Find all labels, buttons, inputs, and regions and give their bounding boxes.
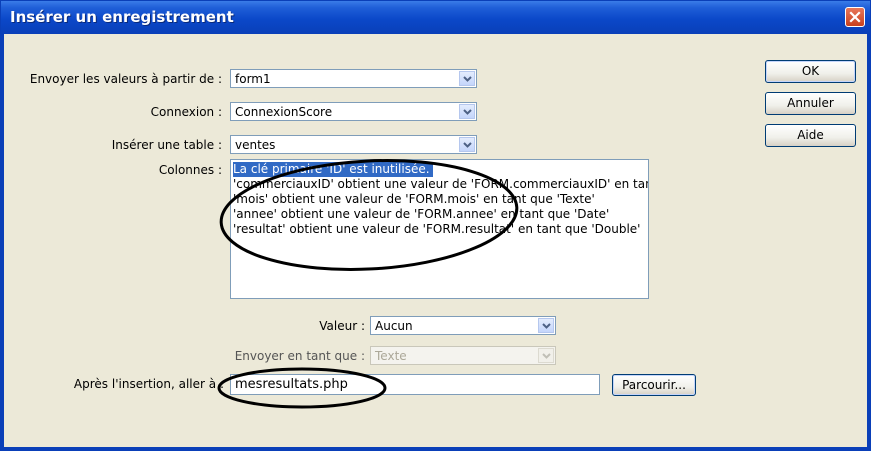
parcourir-button[interactable]: Parcourir...: [612, 374, 696, 396]
table-label: Insérer une table :: [111, 138, 222, 152]
table-select-value: ventes: [235, 138, 276, 152]
list-item[interactable]: 'mois' obtient une valeur de 'FORM.mois'…: [233, 192, 595, 207]
chevron-down-icon: [463, 142, 472, 148]
list-item[interactable]: 'annee' obtient une valeur de 'FORM.anne…: [233, 207, 609, 222]
table-select-dropdown-button[interactable]: [459, 137, 475, 152]
valeur-select[interactable]: Aucun: [370, 316, 556, 335]
list-item[interactable]: La clé primaire 'ID' est inutilisée.: [233, 162, 433, 177]
dialog-window: Insérer un enregistrement Envoyer les va…: [0, 0, 871, 451]
connexion-label: Connexion :: [150, 105, 222, 119]
title-bar[interactable]: Insérer un enregistrement: [1, 1, 870, 34]
apres-label: Après l'insertion, aller à :: [73, 377, 224, 391]
chevron-down-icon: [542, 353, 551, 359]
table-select[interactable]: ventes: [230, 135, 477, 154]
chevron-down-icon: [542, 323, 551, 329]
chevron-down-icon: [463, 109, 472, 115]
form-select[interactable]: form1: [230, 69, 477, 88]
envoyer-tant-dropdown-button: [538, 348, 554, 363]
envoyer-tant-label: Envoyer en tant que :: [234, 349, 365, 363]
apres-text-field[interactable]: [231, 375, 599, 394]
list-item[interactable]: 'commerciauxID' obtient une valeur de 'F…: [233, 177, 648, 192]
close-icon: [849, 11, 861, 23]
close-button[interactable]: [845, 7, 865, 27]
annuler-button[interactable]: Annuler: [765, 92, 856, 115]
colonnes-label: Colonnes :: [158, 163, 222, 177]
form-select-dropdown-button[interactable]: [459, 71, 475, 86]
envoyer-label: Envoyer les valeurs à partir de :: [29, 72, 222, 86]
envoyer-tant-select: Texte: [370, 346, 556, 365]
list-item[interactable]: 'resultat' obtient une valeur de 'FORM.r…: [233, 222, 640, 237]
form-select-value: form1: [235, 72, 271, 86]
valeur-select-value: Aucun: [375, 319, 413, 333]
connexion-select[interactable]: ConnexionScore: [230, 102, 477, 121]
colonnes-listbox[interactable]: La clé primaire 'ID' est inutilisée. 'co…: [230, 159, 649, 299]
ok-button[interactable]: OK: [765, 60, 856, 83]
valeur-label: Valeur :: [319, 319, 365, 333]
apres-input[interactable]: [230, 374, 600, 395]
chevron-down-icon: [463, 76, 472, 82]
valeur-select-dropdown-button[interactable]: [538, 318, 554, 333]
connexion-select-dropdown-button[interactable]: [459, 104, 475, 119]
dialog-body: Envoyer les valeurs à partir de : form1 …: [4, 34, 867, 447]
envoyer-tant-select-value: Texte: [375, 349, 407, 363]
connexion-select-value: ConnexionScore: [235, 105, 333, 119]
dialog-title: Insérer un enregistrement: [10, 8, 234, 26]
aide-button[interactable]: Aide: [765, 124, 856, 147]
